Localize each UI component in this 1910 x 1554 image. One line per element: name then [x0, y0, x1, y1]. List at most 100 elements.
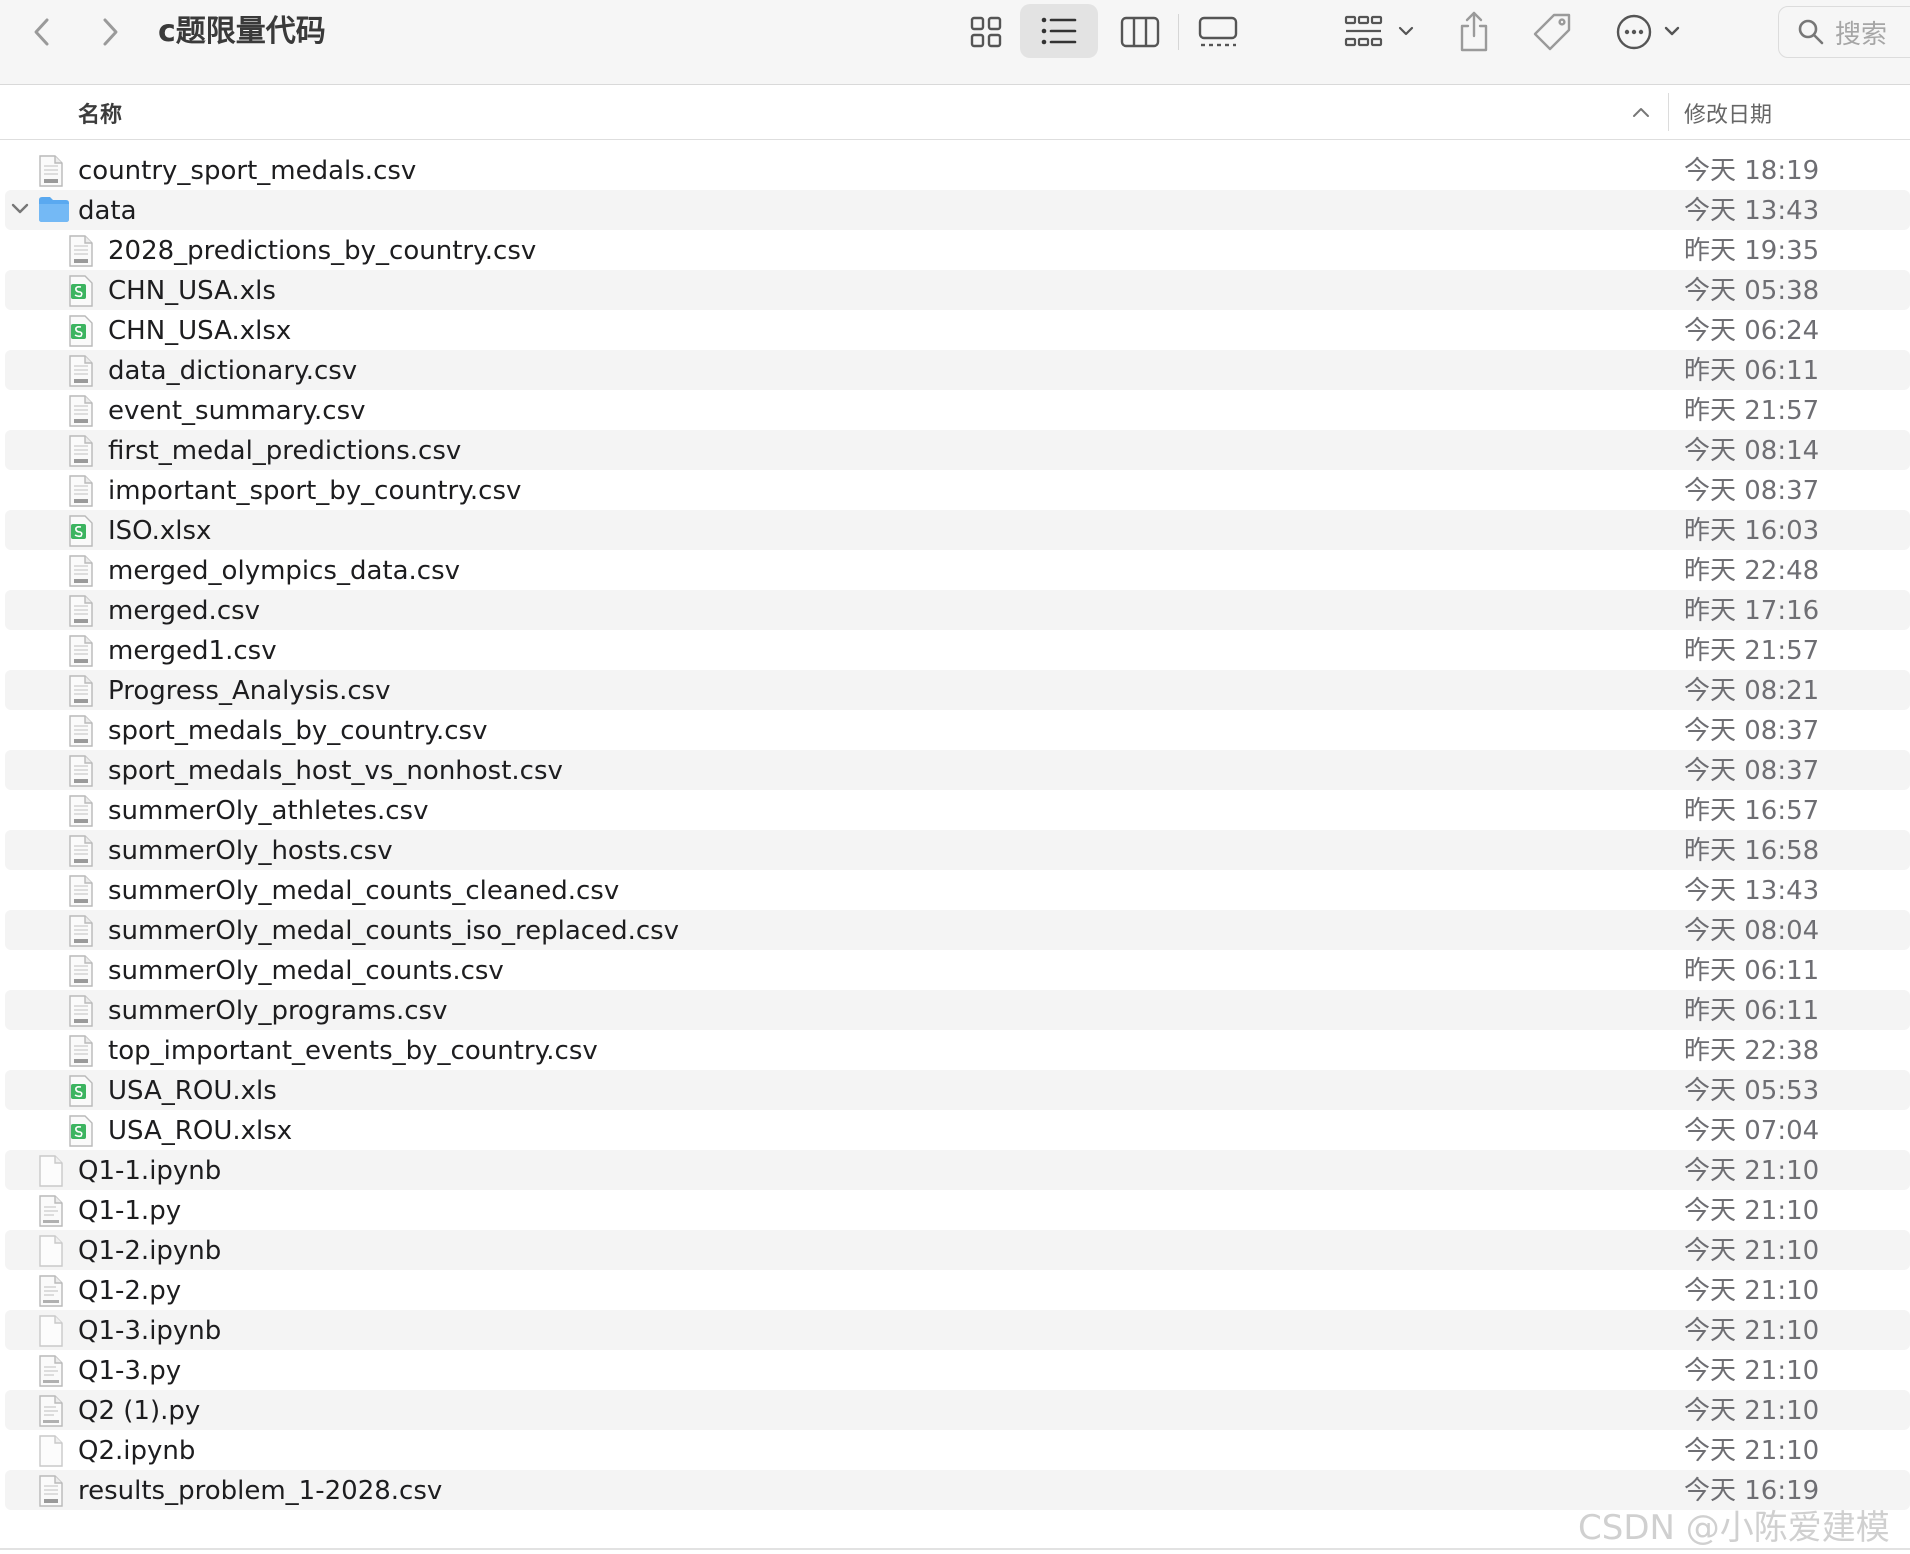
file-row[interactable]: ISO.xlsx 昨天 16:03	[0, 510, 1910, 550]
file-name[interactable]: Q2 (1).py	[78, 1396, 200, 1426]
column-name-header[interactable]: 名称	[78, 97, 122, 129]
file-name[interactable]: sport_medals_by_country.csv	[108, 716, 487, 746]
file-row[interactable]: sport_medals_by_country.csv 今天 08:37	[0, 710, 1910, 750]
file-name[interactable]: 2028_predictions_by_country.csv	[108, 236, 536, 266]
file-row[interactable]: Q1-2.py 今天 21:10	[0, 1270, 1910, 1310]
file-name[interactable]: merged.csv	[108, 596, 260, 626]
file-row[interactable]: Q1-3.ipynb 今天 21:10	[0, 1310, 1910, 1350]
gallery-icon[interactable]	[1190, 8, 1246, 56]
grid-icon[interactable]	[958, 8, 1014, 56]
file-name[interactable]: merged_olympics_data.csv	[108, 556, 460, 586]
file-date-modified: 今天 21:10	[1684, 1316, 1820, 1346]
file-row[interactable]: summerOly_medal_counts_cleaned.csv 今天 13:…	[0, 870, 1910, 910]
file-name[interactable]: CHN_USA.xlsx	[108, 316, 291, 346]
file-name[interactable]: Q1-3.py	[78, 1356, 181, 1386]
chevron-right-icon[interactable]	[90, 10, 130, 54]
row-background	[5, 1070, 1910, 1110]
file-name[interactable]: data	[78, 196, 137, 226]
file-name[interactable]: summerOly_medal_counts_iso_replaced.csv	[108, 916, 679, 946]
file-row[interactable]: data_dictionary.csv 昨天 06:11	[0, 350, 1910, 390]
file-name[interactable]: Q1-2.py	[78, 1276, 181, 1306]
file-name[interactable]: summerOly_athletes.csv	[108, 796, 429, 826]
file-row[interactable]: summerOly_hosts.csv 昨天 16:58	[0, 830, 1910, 870]
file-name[interactable]: summerOly_medal_counts_cleaned.csv	[108, 876, 619, 906]
file-row[interactable]: summerOly_programs.csv 昨天 06:11	[0, 990, 1910, 1030]
file-row[interactable]: first_medal_predictions.csv 今天 08:14	[0, 430, 1910, 470]
file-name[interactable]: USA_ROU.xlsx	[108, 1116, 292, 1146]
ellipsis-icon[interactable]	[1612, 8, 1692, 56]
file-row[interactable]: sport_medals_host_vs_nonhost.csv 今天 08:37	[0, 750, 1910, 790]
file-name[interactable]: summerOly_medal_counts.csv	[108, 956, 504, 986]
file-row[interactable]: summerOly_medal_counts_iso_replaced.csv 今…	[0, 910, 1910, 950]
file-name[interactable]: Q1-1.py	[78, 1196, 181, 1226]
list-icon[interactable]	[1020, 4, 1098, 58]
file-row[interactable]: country_sport_medals.csv 今天 18:19	[0, 150, 1910, 190]
column-divider[interactable]	[1668, 93, 1669, 131]
file-name[interactable]: summerOly_hosts.csv	[108, 836, 393, 866]
file-name[interactable]: Q1-2.ipynb	[78, 1236, 221, 1266]
file-row[interactable]: Q2 (1).py 今天 21:10	[0, 1390, 1910, 1430]
column-date-header[interactable]: 修改日期	[1684, 97, 1772, 129]
file-name[interactable]: Q1-1.ipynb	[78, 1156, 221, 1186]
file-row[interactable]: merged_olympics_data.csv 昨天 22:48	[0, 550, 1910, 590]
python-file-icon	[38, 1195, 64, 1231]
file-row[interactable]: USA_ROU.xlsx 今天 07:04	[0, 1110, 1910, 1150]
file-row[interactable]: Q1-3.py 今天 21:10	[0, 1350, 1910, 1390]
file-name[interactable]: data_dictionary.csv	[108, 356, 357, 386]
file-row[interactable]: Q1-1.py 今天 21:10	[0, 1190, 1910, 1230]
file-row[interactable]: CHN_USA.xlsx 今天 06:24	[0, 310, 1910, 350]
file-name[interactable]: summerOly_programs.csv	[108, 996, 447, 1026]
file-row[interactable]: top_important_events_by_country.csv 昨天 22…	[0, 1030, 1910, 1070]
file-date-modified: 今天 05:53	[1684, 1076, 1820, 1106]
file-date-modified: 今天 21:10	[1684, 1436, 1820, 1466]
spreadsheet-file-icon	[68, 1115, 94, 1151]
folder-row[interactable]: data 今天 13:43	[0, 190, 1910, 230]
file-name[interactable]: USA_ROU.xls	[108, 1076, 277, 1106]
file-name[interactable]: merged1.csv	[108, 636, 277, 666]
tag-icon[interactable]	[1528, 8, 1576, 56]
file-row[interactable]: Progress_Analysis.csv 今天 08:21	[0, 670, 1910, 710]
disclosure-chevron-down-icon[interactable]	[10, 200, 30, 222]
columns-icon[interactable]	[1112, 8, 1168, 56]
file-row[interactable]: Q2.ipynb 今天 21:10	[0, 1430, 1910, 1470]
chevron-left-icon[interactable]	[22, 10, 62, 54]
python-file-icon	[38, 1355, 64, 1391]
csv-file-icon	[68, 595, 94, 631]
file-date-modified: 昨天 16:58	[1684, 836, 1820, 866]
file-row[interactable]: summerOly_athletes.csv 昨天 16:57	[0, 790, 1910, 830]
group-icon[interactable]	[1340, 8, 1420, 56]
csv-file-icon	[68, 235, 94, 271]
file-name[interactable]: CHN_USA.xls	[108, 276, 276, 306]
file-name[interactable]: event_summary.csv	[108, 396, 366, 426]
row-background	[5, 1230, 1910, 1270]
share-icon[interactable]	[1452, 6, 1496, 56]
search-icon	[1797, 18, 1825, 46]
row-background	[5, 1310, 1910, 1350]
file-row[interactable]: important_sport_by_country.csv 今天 08:37	[0, 470, 1910, 510]
file-name[interactable]: first_medal_predictions.csv	[108, 436, 461, 466]
search-field[interactable]: 搜索	[1778, 6, 1910, 58]
file-name[interactable]: top_important_events_by_country.csv	[108, 1036, 598, 1066]
file-name[interactable]: Progress_Analysis.csv	[108, 676, 391, 706]
file-row[interactable]: event_summary.csv 昨天 21:57	[0, 390, 1910, 430]
file-name[interactable]: results_problem_1-2028.csv	[78, 1476, 442, 1506]
file-row[interactable]: summerOly_medal_counts.csv 昨天 06:11	[0, 950, 1910, 990]
file-row[interactable]: Q1-2.ipynb 今天 21:10	[0, 1230, 1910, 1270]
file-name[interactable]: Q1-3.ipynb	[78, 1316, 221, 1346]
file-row[interactable]: Q1-1.ipynb 今天 21:10	[0, 1150, 1910, 1190]
file-name[interactable]: country_sport_medals.csv	[78, 156, 416, 186]
csv-file-icon	[68, 635, 94, 671]
file-name[interactable]: important_sport_by_country.csv	[108, 476, 521, 506]
file-name[interactable]: ISO.xlsx	[108, 516, 211, 546]
file-row[interactable]: merged.csv 昨天 17:16	[0, 590, 1910, 630]
file-row[interactable]: 2028_predictions_by_country.csv 昨天 19:35	[0, 230, 1910, 270]
python-file-icon	[38, 1395, 64, 1431]
file-row[interactable]: merged1.csv 昨天 21:57	[0, 630, 1910, 670]
file-name[interactable]: sport_medals_host_vs_nonhost.csv	[108, 756, 563, 786]
file-row[interactable]: USA_ROU.xls 今天 05:53	[0, 1070, 1910, 1110]
row-background	[5, 590, 1910, 630]
file-row[interactable]: CHN_USA.xls 今天 05:38	[0, 270, 1910, 310]
file-date-modified: 昨天 19:35	[1684, 236, 1820, 266]
file-name[interactable]: Q2.ipynb	[78, 1436, 195, 1466]
file-date-modified: 昨天 16:03	[1684, 516, 1820, 546]
